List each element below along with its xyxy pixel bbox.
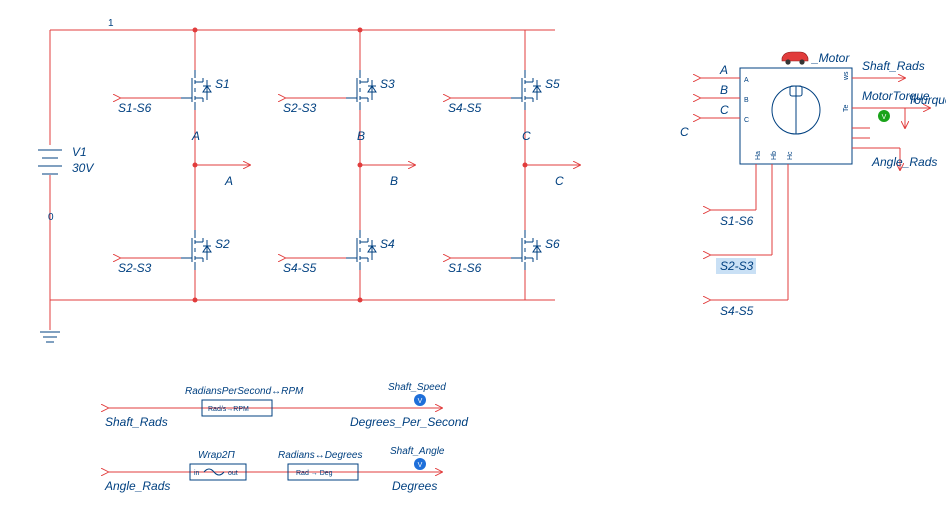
svg-text:B: B [744, 97, 749, 104]
probe-angle-label: Shaft_Angle [390, 446, 445, 457]
s6-ref: S6 [545, 237, 560, 251]
s2-ref: S2 [215, 237, 230, 251]
s3-ref: S3 [380, 77, 395, 91]
hall-tag-1: S1-S6 [720, 214, 754, 228]
car-icon [782, 52, 808, 65]
svg-text:Hb: Hb [771, 151, 778, 160]
leg-c-phase: C [522, 129, 531, 143]
s3-tag: S2-S3 [283, 101, 317, 115]
leg-b-phase: B [357, 129, 365, 143]
leg-b: S3 S2-S3 B B S4 S4-S5 [283, 28, 415, 303]
motor-out-angle: Angle_Rads [871, 155, 937, 169]
net-bot: 0 [48, 212, 54, 223]
svg-text:C: C [744, 117, 749, 124]
v1-ref: V1 [72, 145, 87, 159]
leg-b-out: B [390, 174, 398, 188]
rpm-block-title: RadiansPerSecond↔RPM [185, 386, 304, 397]
leg-c: S5 S4-S5 C C S6 S1-S6 [448, 30, 580, 300]
mosfet-s1[interactable] [181, 70, 211, 110]
svg-text:Te: Te [843, 105, 850, 113]
svg-text:ws: ws [843, 71, 850, 81]
s5-ref: S5 [545, 77, 560, 91]
probe-speed-label: Shaft_Speed [388, 382, 446, 393]
svg-text:C: C [680, 125, 689, 139]
s5-tag: S4-S5 [448, 101, 482, 115]
motor-in-a: A [719, 63, 728, 77]
motor-in-b: B [720, 83, 728, 97]
wrap2pi-title: Wrap2Π [198, 450, 235, 461]
motor-in-c: C [720, 103, 729, 117]
svg-text:V: V [418, 398, 423, 405]
rad2deg-title: Radians↔Degrees [278, 450, 363, 461]
angle-conversion: in out Wrap2Π Rad → Deg Radians↔Degrees … [104, 446, 445, 493]
leg-a: S1 S1-S6 A A S2 S2-S3 [118, 28, 250, 303]
mosfet-s4[interactable] [346, 230, 376, 270]
mosfet-s3[interactable] [346, 70, 376, 110]
schematic-canvas[interactable]: V1 30V 1 0 S1 S1-S6 A A S2 S2-S3 [0, 0, 946, 510]
speed-out-tag: Degrees_Per_Second [350, 415, 468, 429]
s6-tag: S1-S6 [448, 261, 482, 275]
leg-c-out: C [555, 174, 564, 188]
speed-conversion: Rad/s→RPM RadiansPerSecond↔RPM V Shaft_S… [105, 382, 468, 429]
dc-source[interactable]: V1 30V 1 0 [38, 18, 555, 342]
s4-tag: S4-S5 [283, 261, 317, 275]
svg-text:Ha: Ha [755, 151, 762, 160]
svg-text:V: V [418, 462, 423, 469]
motor-title: _Motor [811, 51, 850, 65]
s2-tag: S2-S3 [118, 261, 152, 275]
leg-a-out: A [224, 174, 233, 188]
leg-a-phase: A [191, 129, 200, 143]
svg-text:out: out [228, 470, 238, 477]
hall-tag-2[interactable]: S2-S3 [720, 259, 754, 273]
motor-out-torque: Tourque [908, 93, 946, 107]
hall-tag-3: S4-S5 [720, 304, 754, 318]
mosfet-s5[interactable] [511, 70, 541, 110]
angle-out-tag: Degrees [392, 479, 437, 493]
angle-in-tag: Angle_Rads [104, 479, 170, 493]
s4-ref: S4 [380, 237, 395, 251]
motor-out-speed: Shaft_Rads [862, 59, 925, 73]
motor-block[interactable]: _Motor A B C A B C C ws Te Shaft_Rads Mo… [680, 51, 946, 318]
svg-text:Rad/s→RPM: Rad/s→RPM [208, 406, 249, 413]
svg-text:V: V [882, 114, 887, 121]
net-top: 1 [108, 18, 114, 29]
svg-text:Hc: Hc [787, 151, 794, 160]
s1-ref: S1 [215, 77, 230, 91]
speed-in-tag: Shaft_Rads [105, 415, 168, 429]
svg-text:Rad → Deg: Rad → Deg [296, 470, 333, 477]
v1-value: 30V [72, 161, 94, 175]
svg-text:A: A [744, 77, 749, 84]
mosfet-s6[interactable] [511, 230, 541, 270]
mosfet-s2[interactable] [181, 230, 211, 270]
svg-text:in: in [194, 470, 200, 477]
s1-tag: S1-S6 [118, 101, 152, 115]
